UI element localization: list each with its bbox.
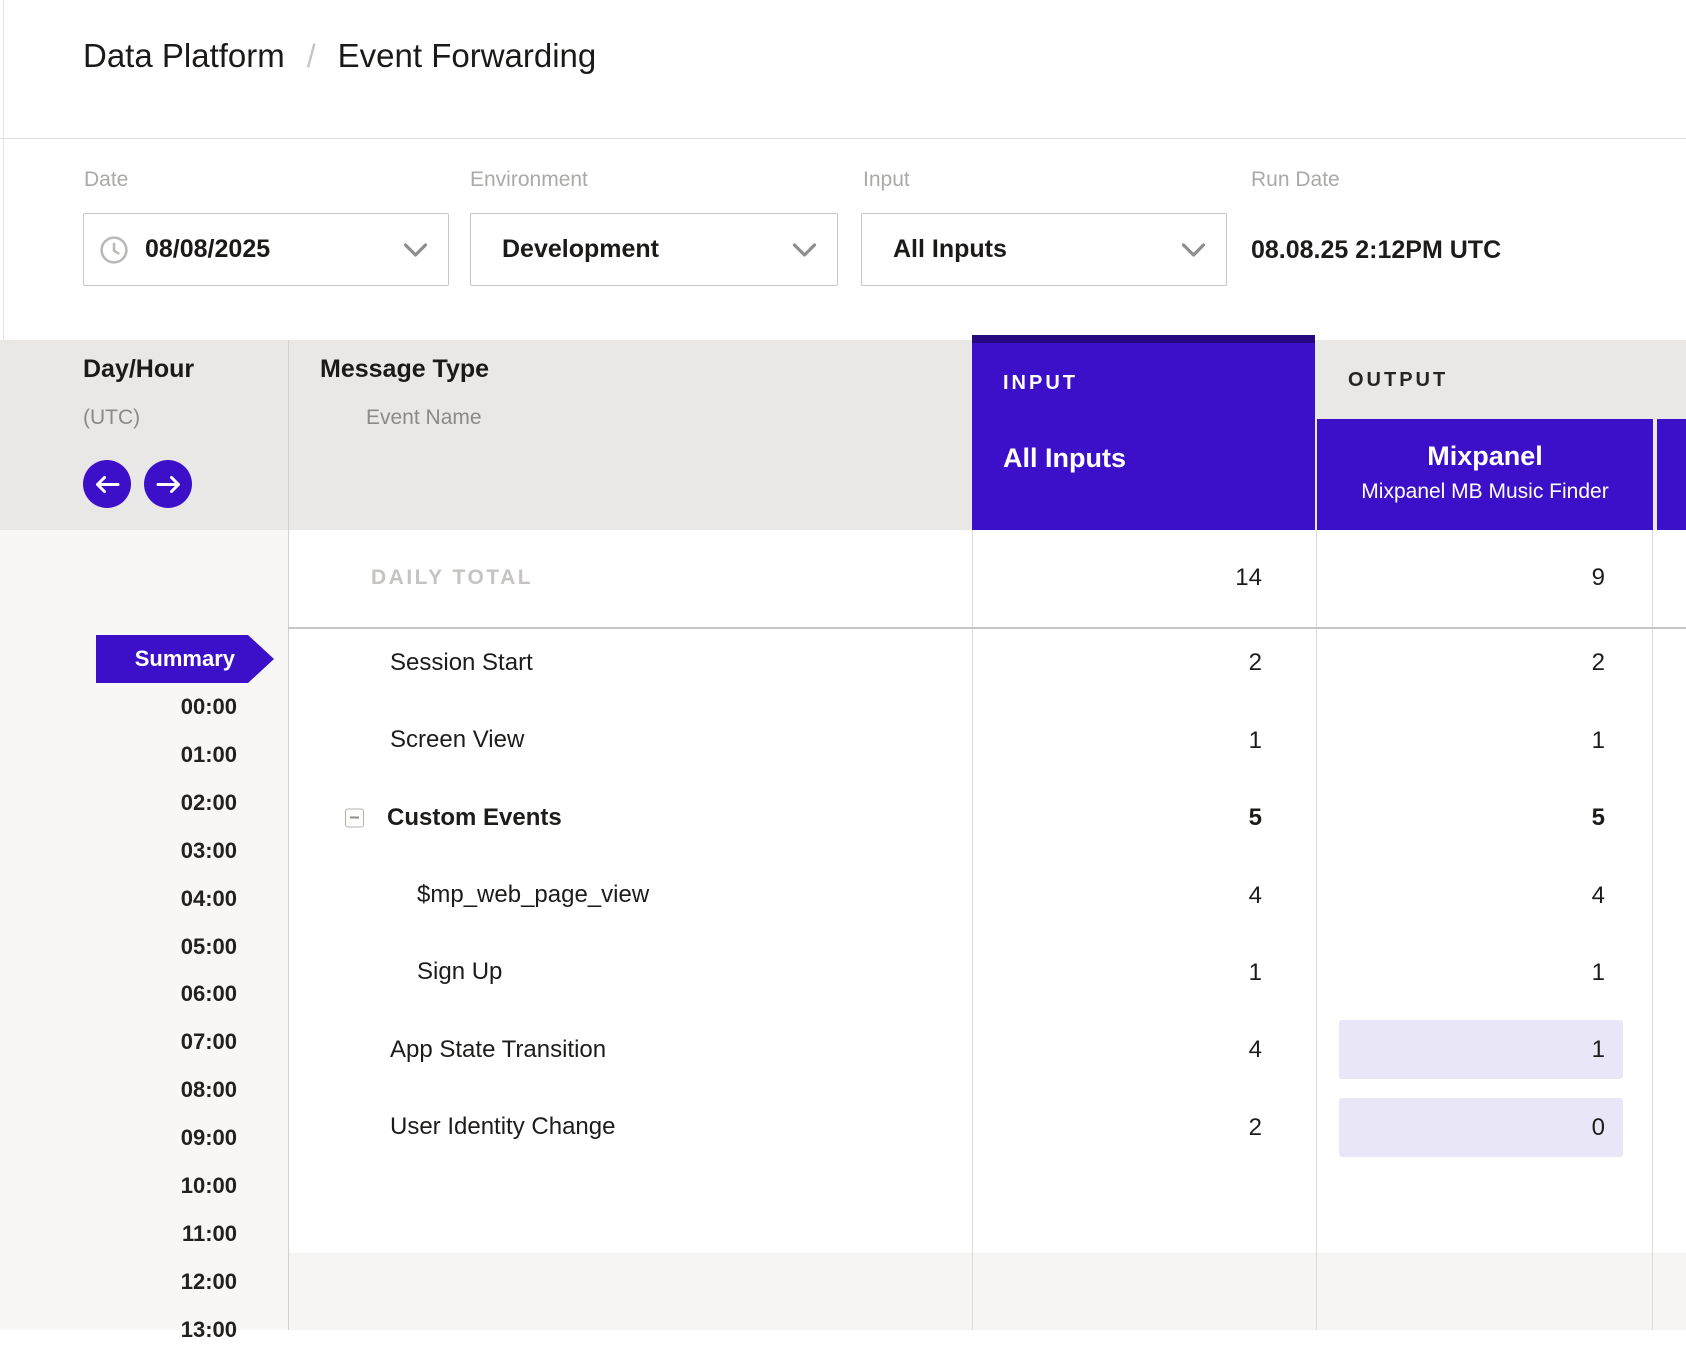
table-row: Screen View 1 1 (288, 702, 1686, 779)
chevron-down-icon (792, 242, 817, 257)
daily-total-input-value: 14 (972, 563, 1262, 593)
clock-icon (98, 234, 130, 266)
row-label: Screen View (390, 726, 524, 754)
hour-item[interactable]: 02:00 (0, 788, 237, 818)
daily-total-label: DAILY TOTAL (371, 566, 533, 590)
hour-item[interactable]: 07:00 (0, 1027, 237, 1057)
row-label: User Identity Change (390, 1113, 615, 1141)
row-input-value: 1 (972, 702, 1262, 779)
hour-item[interactable]: 05:00 (0, 932, 237, 962)
output-section-label: OUTPUT (1348, 369, 1448, 392)
event-name-subtitle: Event Name (366, 406, 482, 430)
hour-item[interactable]: 12:00 (0, 1267, 237, 1297)
table-row: $mp_web_page_view 4 4 (288, 857, 1686, 934)
table-row: User Identity Change 2 0 (288, 1089, 1686, 1166)
date-filter-value: 08/08/2025 (145, 235, 270, 264)
next-day-button[interactable] (144, 460, 192, 508)
input-selected-name: All Inputs (1003, 443, 1126, 474)
previous-day-button[interactable] (83, 460, 131, 508)
input-column-top-strip (972, 335, 1315, 343)
table-footer-band (288, 1253, 1686, 1330)
breadcrumb-section[interactable]: Data Platform (83, 37, 285, 75)
row-output-value: 2 (1339, 633, 1623, 692)
output-connection-subtitle: Mixpanel MB Music Finder (1317, 480, 1653, 504)
arrow-left-icon (94, 475, 121, 494)
row-label: App State Transition (390, 1036, 606, 1064)
row-output-value: 5 (1339, 788, 1623, 847)
run-date-label: Run Date (1251, 168, 1340, 192)
hour-item[interactable]: 03:00 (0, 836, 237, 866)
output-column-header-truncated[interactable] (1657, 419, 1686, 530)
hour-item[interactable]: 08:00 (0, 1075, 237, 1105)
row-input-value: 1 (972, 934, 1262, 1011)
row-input-value: 2 (972, 624, 1262, 701)
date-filter-label: Date (84, 168, 128, 192)
row-input-value: 4 (972, 1011, 1262, 1088)
daily-total-output-value: 9 (1315, 563, 1605, 593)
output-connection-name: Mixpanel (1317, 441, 1653, 471)
collapse-minus-icon[interactable] (345, 808, 364, 827)
breadcrumb: Data Platform / Event Forwarding (83, 37, 596, 75)
row-label: $mp_web_page_view (417, 881, 649, 909)
day-hour-title: Day/Hour (83, 355, 194, 384)
chevron-down-icon (403, 242, 428, 257)
hour-item[interactable]: 04:00 (0, 884, 237, 914)
row-output-value: 1 (1339, 711, 1623, 770)
divider (0, 138, 1686, 139)
row-label: Sign Up (417, 958, 502, 986)
input-filter-label: Input (863, 168, 910, 192)
summary-badge[interactable]: Summary (96, 635, 248, 683)
page-title: Event Forwarding (338, 37, 597, 75)
table-row: App State Transition 4 1 (288, 1011, 1686, 1088)
chevron-down-icon (1181, 242, 1206, 257)
summary-badge-arrow (248, 635, 274, 683)
date-filter-dropdown[interactable]: 08/08/2025 (83, 213, 449, 286)
row-output-value: 0 (1339, 1098, 1623, 1157)
environment-filter-value: Development (502, 235, 659, 264)
row-output-value: 1 (1339, 1020, 1623, 1079)
input-column-header[interactable]: INPUT All Inputs (972, 343, 1315, 530)
row-input-value: 5 (972, 779, 1262, 856)
hour-item[interactable]: 11:00 (0, 1219, 237, 1249)
hour-item[interactable]: 09:00 (0, 1123, 237, 1153)
row-output-value: 4 (1339, 866, 1623, 925)
run-date-value: 08.08.25 2:12PM UTC (1251, 237, 1501, 263)
row-label: Session Start (390, 649, 533, 677)
environment-filter-label: Environment (470, 168, 588, 192)
row-label: Custom Events (387, 804, 562, 832)
arrow-right-icon (155, 475, 182, 494)
message-type-title: Message Type (320, 355, 489, 384)
input-filter-value: All Inputs (893, 235, 1007, 264)
breadcrumb-separator: / (307, 38, 316, 75)
summary-label: Summary (135, 646, 235, 672)
input-section-label: INPUT (1003, 372, 1078, 395)
hour-item[interactable]: 06:00 (0, 979, 237, 1009)
environment-filter-dropdown[interactable]: Development (470, 213, 838, 286)
day-hour-subtitle: (UTC) (83, 406, 140, 430)
hour-item[interactable]: 00:00 (0, 692, 237, 722)
table-row: Session Start 2 2 (288, 624, 1686, 701)
row-input-value: 2 (972, 1089, 1262, 1166)
table-row: Custom Events 5 5 (288, 779, 1686, 856)
hour-item[interactable]: 10:00 (0, 1171, 237, 1201)
input-filter-dropdown[interactable]: All Inputs (861, 213, 1227, 286)
hour-item[interactable]: 01:00 (0, 740, 237, 770)
row-input-value: 4 (972, 857, 1262, 934)
output-column-header-mixpanel[interactable]: Mixpanel Mixpanel MB Music Finder (1317, 419, 1653, 530)
table-row: Sign Up 1 1 (288, 934, 1686, 1011)
row-output-value: 1 (1339, 943, 1623, 1002)
